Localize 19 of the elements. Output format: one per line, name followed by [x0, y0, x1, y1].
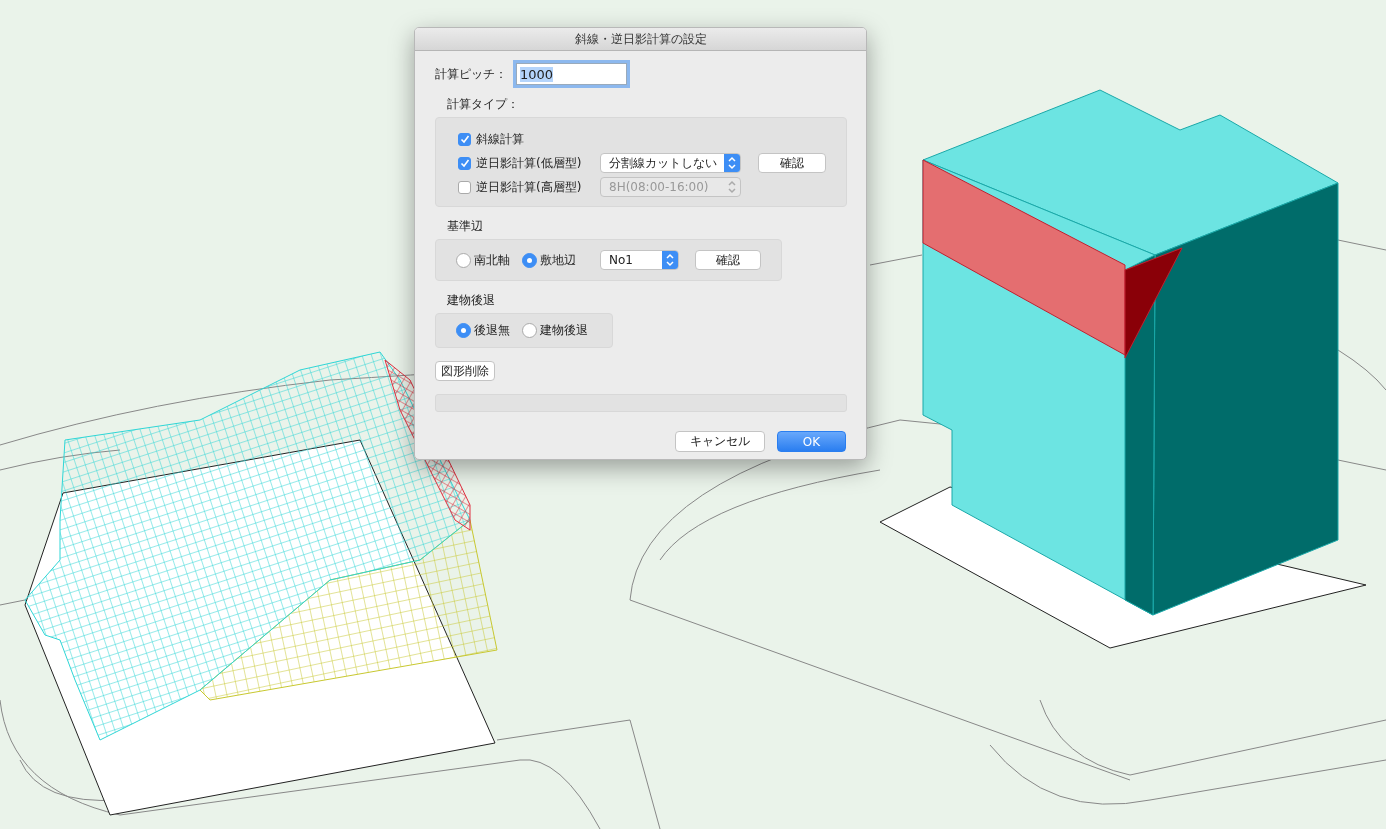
checkbox-label: 逆日影計算(高層型): [476, 178, 582, 196]
radio-label: 後退無: [474, 322, 510, 339]
delete-shapes-button[interactable]: 図形削除: [435, 361, 495, 381]
group-label: 基準辺: [447, 218, 484, 235]
radio-label: 敷地辺: [540, 251, 576, 269]
dialog-title: 斜線・逆日影計算の設定: [415, 28, 866, 51]
dropdown[interactable]: No1: [600, 250, 680, 270]
cancel-button[interactable]: キャンセル: [675, 431, 765, 452]
group-label: 計算タイプ：: [447, 96, 520, 113]
radio-label: 南北軸: [474, 251, 510, 269]
dropdown[interactable]: 分割線カットしない: [600, 153, 741, 173]
confirm-button[interactable]: 確認: [758, 153, 826, 173]
radio-label: 建物後退: [540, 322, 588, 339]
confirm-button[interactable]: 確認: [695, 250, 761, 270]
checkbox-label: 逆日影計算(低層型): [476, 154, 582, 172]
group-label: 建物後退: [447, 292, 496, 309]
field-label: 計算ピッチ：: [435, 65, 507, 83]
input-field[interactable]: 1000: [516, 63, 627, 85]
checkbox-label: 斜線計算: [476, 130, 524, 148]
